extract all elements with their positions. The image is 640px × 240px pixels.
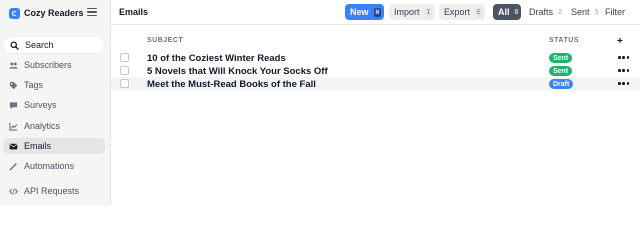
sidebar-item-label: Subscribers xyxy=(24,60,72,70)
row-checkbox[interactable] xyxy=(120,53,129,62)
import-button-label: Import xyxy=(394,7,420,17)
sidebar-item-label: Automations xyxy=(24,161,75,171)
table-header: SUBJECT STATUS + xyxy=(111,36,640,47)
sidebar-item-label: Surveys xyxy=(24,100,57,110)
sidebar: Cozy Readers Search Subscribers Tags Sur… xyxy=(0,0,111,205)
tab-count: 5 xyxy=(594,8,599,16)
column-header-subject[interactable]: SUBJECT xyxy=(147,37,183,44)
row-checkbox[interactable] xyxy=(120,79,129,88)
sidebar-item-label: API Requests xyxy=(24,186,80,196)
brand[interactable]: Cozy Readers xyxy=(9,6,84,20)
sidebar-item-analytics[interactable]: Analytics xyxy=(3,118,105,134)
search-button[interactable]: Search xyxy=(3,37,104,53)
tab-all[interactable]: All 8 xyxy=(493,4,521,20)
sidebar-item-surveys[interactable]: Surveys xyxy=(3,97,105,113)
status-badge: Sent xyxy=(549,53,573,63)
menu-toggle-icon[interactable] xyxy=(87,8,97,16)
import-shortcut-key: I xyxy=(424,7,433,17)
row-more-icon[interactable] xyxy=(618,56,629,59)
users-icon xyxy=(9,61,18,70)
row-more-icon[interactable] xyxy=(618,82,629,85)
email-subject[interactable]: Meet the Must-Read Books of the Fall xyxy=(147,79,316,90)
chart-icon xyxy=(9,122,18,131)
sidebar-item-label: Analytics xyxy=(24,121,61,131)
tag-icon xyxy=(9,81,18,90)
status-badge: Draft xyxy=(549,79,574,89)
sidebar-item-label: Tags xyxy=(24,80,44,90)
chat-bubble-icon xyxy=(9,101,18,110)
row-more-icon[interactable] xyxy=(618,69,629,72)
tab-label: Sent xyxy=(571,7,590,17)
app-logo-icon xyxy=(9,7,20,19)
tab-drafts[interactable]: Drafts 2 xyxy=(524,4,567,20)
table-row[interactable]: Meet the Must-Read Books of the Fall Dra… xyxy=(111,77,640,91)
sidebar-item-label: Emails xyxy=(24,141,52,151)
export-button[interactable]: Export E xyxy=(439,4,485,20)
add-column-button[interactable]: + xyxy=(617,36,623,47)
column-header-status[interactable]: STATUS xyxy=(549,37,579,44)
code-icon xyxy=(9,187,18,196)
export-shortcut-key: E xyxy=(475,7,483,17)
sidebar-item-emails[interactable]: Emails xyxy=(3,138,105,154)
tab-count: 8 xyxy=(514,8,519,16)
tab-sent[interactable]: Sent 5 xyxy=(566,4,603,20)
import-button[interactable]: Import I xyxy=(389,4,435,20)
sidebar-item-subscribers[interactable]: Subscribers xyxy=(3,57,105,73)
top-bar: Emails New N Import I Export E All 8 Dra… xyxy=(111,0,640,25)
sidebar-item-automations[interactable]: Automations xyxy=(3,158,105,174)
email-subject[interactable]: 10 of the Coziest Winter Reads xyxy=(147,53,286,64)
row-checkbox[interactable] xyxy=(120,66,129,75)
search-icon xyxy=(10,41,19,50)
table-row[interactable]: 10 of the Coziest Winter Reads Sent xyxy=(111,51,640,65)
new-button-label: New xyxy=(350,7,369,17)
search-label: Search xyxy=(25,40,54,50)
sidebar-item-api-requests[interactable]: API Requests xyxy=(3,183,105,199)
tab-label: Drafts xyxy=(529,7,554,17)
status-badge: Sent xyxy=(549,66,573,76)
page-title: Emails xyxy=(119,7,149,17)
magic-wand-icon xyxy=(9,162,18,171)
filter-label: Filter xyxy=(605,7,625,17)
email-subject[interactable]: 5 Novels that Will Knock Your Socks Off xyxy=(147,66,328,77)
table-row[interactable]: 5 Novels that Will Knock Your Socks Off … xyxy=(111,64,640,78)
sidebar-item-tags[interactable]: Tags xyxy=(3,77,105,93)
tab-label: All xyxy=(498,7,510,17)
tab-count: 2 xyxy=(558,8,562,16)
export-button-label: Export xyxy=(444,7,471,17)
envelope-icon xyxy=(9,142,18,151)
app-name: Cozy Readers xyxy=(24,8,84,18)
filter-button[interactable]: Filter xyxy=(605,4,625,20)
new-email-button[interactable]: New N xyxy=(345,4,384,20)
new-shortcut-key: N xyxy=(373,7,382,17)
